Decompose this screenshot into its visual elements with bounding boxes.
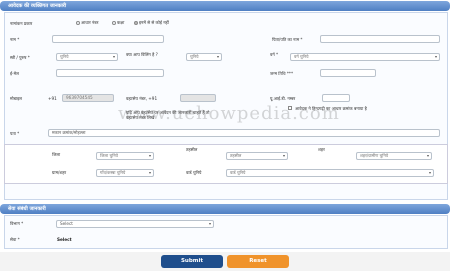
caste-label: वर्ग * (270, 52, 279, 57)
email-label: ई-मेल (10, 71, 19, 76)
city-select[interactable]: शहर/ग्रामीण चुनिये (356, 152, 432, 160)
birth-date-input[interactable] (320, 69, 376, 77)
email-input[interactable] (56, 69, 164, 77)
personal-info-title: आवेदक की व्यक्तिगत जानकारी (8, 3, 67, 9)
willing-label: क्या आप विलिंग है ? (126, 52, 158, 57)
father-name-label: पिता/पति का नाम * (272, 37, 303, 42)
name-input[interactable] (52, 35, 164, 43)
ward-label: वार्ड चुनिये (186, 170, 202, 175)
uid-label: यू.आई.डी. नम्बर (270, 96, 296, 101)
mobile-label: मोबाइल (10, 96, 22, 101)
willing-select[interactable]: चुनिये (186, 53, 222, 61)
radio-aadhar-label: आधार नंबर (81, 20, 99, 25)
radio-none-label: इनमें से से कोई नहीं (139, 20, 169, 25)
service-value[interactable]: Select (57, 237, 72, 242)
address-detail-block (4, 144, 448, 184)
radio-none[interactable]: इनमें से से कोई नहीं (134, 20, 169, 26)
tehsil-select[interactable]: तहसील (226, 152, 288, 160)
reset-button[interactable]: Reset (227, 255, 289, 268)
gender-select[interactable]: चुनिये (56, 53, 118, 61)
gender-label: स्त्री / पुरुष * (10, 55, 30, 60)
caste-select[interactable]: वर्ग चुनिये (290, 53, 440, 61)
ward-select[interactable]: वार्ड चुनिये (226, 169, 434, 177)
name-label: नाम * (10, 37, 20, 42)
name-type-label: नामांकन प्रकार (10, 21, 33, 26)
department-select[interactable]: Select (56, 220, 214, 228)
uid-input[interactable] (322, 94, 350, 102)
radio-class[interactable]: कक्षा (112, 20, 124, 26)
service-info-title: सेवा संबंधी जानकारी (8, 206, 46, 212)
address-input[interactable]: मकान क्रमांक/मोहल्ला (48, 129, 440, 137)
district-label: जिला (52, 152, 61, 157)
father-name-input[interactable] (320, 35, 440, 43)
village-label: ग्राम/शहर (52, 170, 67, 175)
service-label: सेवा * (10, 237, 20, 242)
radio-aadhar[interactable]: आधार नंबर (76, 20, 98, 26)
birth-date-label: जन्म तिथि *** (270, 71, 294, 76)
mobile-input[interactable]: 9639704545 (62, 94, 114, 102)
personal-info-header: आवेदक की व्यक्तिगत जानकारी (0, 1, 450, 11)
address-label: पता * (10, 131, 20, 136)
country-code: +91 (48, 96, 57, 101)
department-label: विभाग * (10, 221, 24, 226)
watermark-text: www.uehowpedia.com (118, 103, 340, 124)
tehsil-label: तहसील (186, 147, 198, 152)
whatsapp-input[interactable] (180, 94, 216, 102)
whatsapp-label: वहटसेप नंबर, +91 (126, 96, 158, 101)
district-select[interactable]: जिला चुनिये (96, 152, 154, 160)
service-info-header: सेवा संबंधी जानकारी (0, 204, 450, 214)
footer-bar (0, 252, 450, 271)
city-label: शहर (318, 147, 325, 152)
village-select[interactable]: गाँव/कस्बा चुनिये (96, 169, 154, 177)
submit-button[interactable]: Submit (161, 255, 223, 268)
radio-class-label: कक्षा (117, 20, 125, 25)
